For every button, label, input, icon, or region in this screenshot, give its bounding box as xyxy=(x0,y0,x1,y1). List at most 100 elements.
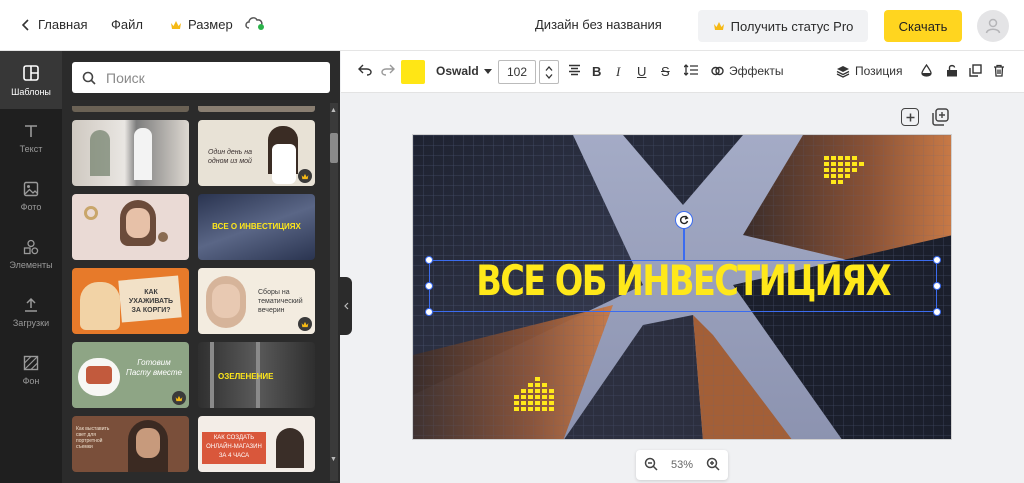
underline-button[interactable]: U xyxy=(637,64,646,79)
copy-icon xyxy=(969,64,982,77)
resize-handle[interactable] xyxy=(425,256,433,264)
opacity-icon xyxy=(921,64,932,77)
layers-icon xyxy=(836,65,850,78)
redo-button[interactable] xyxy=(381,64,395,76)
duplicate-page-button[interactable] xyxy=(931,108,949,131)
unlock-icon xyxy=(947,64,957,77)
resize-handle[interactable] xyxy=(425,308,433,316)
font-size-input[interactable]: 102 xyxy=(498,60,536,84)
size-label: Размер xyxy=(188,17,233,32)
nav-text-label: Текст xyxy=(19,143,43,154)
zoom-level: 53% xyxy=(670,459,694,471)
image-icon xyxy=(23,181,39,196)
nav-templates[interactable]: Шаблоны xyxy=(0,51,62,109)
font-size-stepper[interactable] xyxy=(539,60,559,84)
template-thumb-8-text: ОЗЕЛЕНЕНИЕ xyxy=(218,372,274,381)
file-menu[interactable]: Файл xyxy=(111,17,143,32)
template-thumb-4[interactable]: ВСЕ О ИНВЕСТИЦИЯХ xyxy=(198,194,315,260)
nav-uploads[interactable]: Загрузки xyxy=(0,283,62,341)
font-name: Oswald xyxy=(436,64,479,78)
undo-button[interactable] xyxy=(358,64,372,76)
resize-handle[interactable] xyxy=(933,282,941,290)
chevron-left-icon xyxy=(343,302,348,310)
resize-handle[interactable] xyxy=(933,256,941,264)
nav-elements-label: Элементы xyxy=(9,259,53,270)
template-thumb-9-text: Как выставить свет для портретной съемки xyxy=(76,426,110,450)
nav-background[interactable]: Фон xyxy=(0,341,62,399)
user-icon xyxy=(985,18,1001,34)
effects-button[interactable]: Эффекты xyxy=(711,64,784,78)
template-thumb-6[interactable]: Сборы на тематический вечерин xyxy=(198,268,315,334)
size-menu[interactable]: Размер xyxy=(170,17,233,32)
text-color-picker[interactable] xyxy=(401,60,425,84)
resize-handle[interactable] xyxy=(425,282,433,290)
nav-elements[interactable]: Элементы xyxy=(0,225,62,283)
get-pro-button[interactable]: Получить статус Pro xyxy=(698,10,868,42)
rotate-icon xyxy=(679,215,689,225)
align-button[interactable] xyxy=(568,64,581,76)
template-thumb-9[interactable]: Как выставить свет для портретной съемки xyxy=(72,416,189,472)
selection-box[interactable] xyxy=(429,260,937,312)
crown-icon xyxy=(171,20,181,29)
rotate-handle[interactable] xyxy=(675,211,693,229)
template-thumb-5-text: КАК УХАЖИВАТЬ ЗА КОРГИ? xyxy=(128,289,174,314)
delete-button[interactable] xyxy=(993,64,1005,77)
template-thumb-1[interactable] xyxy=(72,120,189,186)
panel-scrollbar-thumb[interactable] xyxy=(330,133,338,163)
template-thumb-10[interactable]: КАК СОЗДАТЬ ОНЛАЙН-МАГАЗИН ЗА 4 ЧАСА xyxy=(198,416,315,472)
premium-crown-icon xyxy=(172,391,186,405)
template-thumb-5[interactable]: КАК УХАЖИВАТЬ ЗА КОРГИ? xyxy=(72,268,189,334)
document-title[interactable]: Дизайн без названия xyxy=(535,17,662,32)
resize-handle[interactable] xyxy=(933,308,941,316)
download-button[interactable]: Скачать xyxy=(884,10,962,42)
scroll-up-icon[interactable]: ▲ xyxy=(330,107,337,114)
shapes-icon xyxy=(23,239,39,254)
nav-photo[interactable]: Фото xyxy=(0,167,62,225)
italic-button[interactable]: I xyxy=(616,64,620,80)
caret-down-icon xyxy=(483,68,492,74)
home-link[interactable]: Главная xyxy=(22,17,87,32)
strikethrough-button[interactable]: S xyxy=(661,64,670,79)
search-icon xyxy=(82,71,96,85)
template-thumb-8[interactable]: ОЗЕЛЕНЕНИЕ xyxy=(198,342,315,408)
nav-text[interactable]: Текст xyxy=(0,109,62,167)
redo-icon xyxy=(381,64,395,76)
zoom-out-button[interactable] xyxy=(644,457,658,474)
zoom-in-button[interactable] xyxy=(706,457,720,474)
text-icon xyxy=(25,124,37,137)
template-thumb-6-text: Сборы на тематический вечерин xyxy=(258,289,303,314)
nav-uploads-label: Загрузки xyxy=(12,317,50,328)
chevron-up-icon xyxy=(545,65,553,71)
effects-icon xyxy=(711,66,724,76)
text-toolbar: Oswald 102 B I U S Эффекты Позиция xyxy=(341,51,1024,93)
search-input[interactable]: Поиск xyxy=(72,62,330,93)
background-icon xyxy=(23,355,39,370)
font-select[interactable]: Oswald xyxy=(436,64,492,78)
collapse-panel-button[interactable] xyxy=(340,277,352,335)
undo-icon xyxy=(358,64,372,76)
duplicate-button[interactable] xyxy=(969,64,982,77)
template-thumb-2-text: Один день на одном из мой xyxy=(208,149,252,165)
template-thumb-10-text: КАК СОЗДАТЬ ОНЛАЙН-МАГАЗИН ЗА 4 ЧАСА xyxy=(206,435,262,459)
cloud-sync-icon[interactable] xyxy=(244,15,266,36)
search-placeholder: Поиск xyxy=(106,69,145,86)
opacity-button[interactable] xyxy=(921,64,932,77)
lock-button[interactable] xyxy=(946,64,958,77)
design-canvas[interactable]: ВСЕ ОБ ИНВЕСТИЦИЯХ xyxy=(412,134,952,440)
zoom-in-icon xyxy=(706,457,720,471)
template-thumb-2[interactable]: Один день на одном из мой xyxy=(198,120,315,186)
avatar[interactable] xyxy=(977,10,1009,42)
zoom-control: 53% xyxy=(636,450,728,480)
bold-button[interactable]: B xyxy=(592,64,601,79)
chevron-left-icon xyxy=(22,18,29,31)
scroll-down-icon[interactable]: ▼ xyxy=(330,456,337,463)
zoom-out-icon xyxy=(644,457,658,471)
line-spacing-button[interactable] xyxy=(684,64,698,76)
template-thumb-7[interactable]: Готовим Пасту вместе xyxy=(72,342,189,408)
add-page-button[interactable] xyxy=(901,108,919,126)
home-label: Главная xyxy=(38,17,88,32)
upload-icon xyxy=(25,297,37,312)
position-label: Позиция xyxy=(855,64,903,78)
position-button[interactable]: Позиция xyxy=(836,64,902,78)
template-thumb-3[interactable] xyxy=(72,194,189,260)
